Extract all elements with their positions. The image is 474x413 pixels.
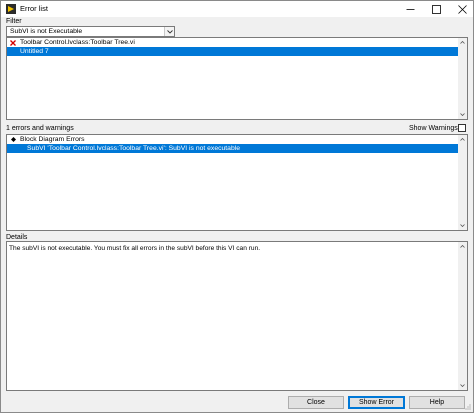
error-item-label: SubVI 'Toolbar Control.lvclass:Toolbar T… [27, 145, 241, 152]
chevron-down-icon [166, 29, 173, 34]
tree-item-toolbar-tree[interactable]: Toolbar Control.lvclass:Toolbar Tree.vi [7, 38, 459, 47]
filter-dropdown-button[interactable] [164, 27, 174, 36]
maximize-icon [431, 4, 441, 14]
labview-app-icon [6, 4, 16, 14]
chevron-down-icon [460, 224, 465, 227]
filter-label: Filter [6, 18, 22, 25]
collapse-diamond-icon[interactable] [11, 137, 16, 142]
tree-item-untitled-7[interactable]: Untitled 7 [7, 47, 459, 56]
errors-summary: 1 errors and warnings [6, 125, 74, 132]
error-x-icon [10, 40, 16, 46]
tree-item-label: Toolbar Control.lvclass:Toolbar Tree.vi [20, 39, 135, 46]
scroll-up-button[interactable] [458, 135, 467, 144]
show-warnings-label: Show Warnings [409, 125, 458, 132]
chevron-up-icon [460, 41, 465, 44]
chevron-up-icon [460, 245, 465, 248]
error-group-block-diagram[interactable]: Block Diagram Errors [7, 135, 459, 144]
details-text: The subVI is not executable. You must fi… [9, 245, 261, 252]
title-bar: Error list [1, 1, 473, 17]
vertical-scrollbar[interactable] [458, 242, 467, 390]
scroll-up-button[interactable] [458, 38, 467, 47]
details-panel: The subVI is not executable. You must fi… [6, 241, 468, 391]
maximize-button[interactable] [424, 1, 448, 17]
resize-grip-icon[interactable] [463, 402, 471, 410]
tree-item-label: Untitled 7 [20, 48, 49, 55]
scroll-down-button[interactable] [458, 381, 467, 390]
filter-selected-value: SubVI is not Executable [10, 28, 83, 35]
vertical-scrollbar[interactable] [458, 38, 467, 119]
errors-list[interactable]: Block Diagram Errors SubVI 'Toolbar Cont… [6, 134, 468, 231]
minimize-icon [406, 8, 414, 10]
error-group-label: Block Diagram Errors [20, 136, 85, 143]
close-window-button[interactable] [450, 1, 474, 17]
filter-dropdown[interactable]: SubVI is not Executable [6, 26, 175, 37]
show-warnings-checkbox[interactable] [458, 124, 466, 132]
chevron-down-icon [460, 113, 465, 116]
vertical-scrollbar[interactable] [458, 135, 467, 230]
show-error-button[interactable]: Show Error [348, 396, 405, 409]
scroll-up-button[interactable] [458, 242, 467, 251]
error-list-window: Error list Filter SubVI is not Executabl… [0, 0, 474, 413]
window-title: Error list [20, 4, 48, 13]
close-icon [457, 4, 467, 14]
chevron-down-icon [460, 384, 465, 387]
minimize-button[interactable] [398, 1, 422, 17]
scroll-down-button[interactable] [458, 110, 467, 119]
help-button[interactable]: Help [409, 396, 465, 409]
close-button[interactable]: Close [288, 396, 344, 409]
error-item-subvi-not-executable[interactable]: SubVI 'Toolbar Control.lvclass:Toolbar T… [7, 144, 459, 153]
chevron-up-icon [460, 138, 465, 141]
scroll-down-button[interactable] [458, 221, 467, 230]
vi-tree-list[interactable]: Toolbar Control.lvclass:Toolbar Tree.vi … [6, 37, 468, 120]
